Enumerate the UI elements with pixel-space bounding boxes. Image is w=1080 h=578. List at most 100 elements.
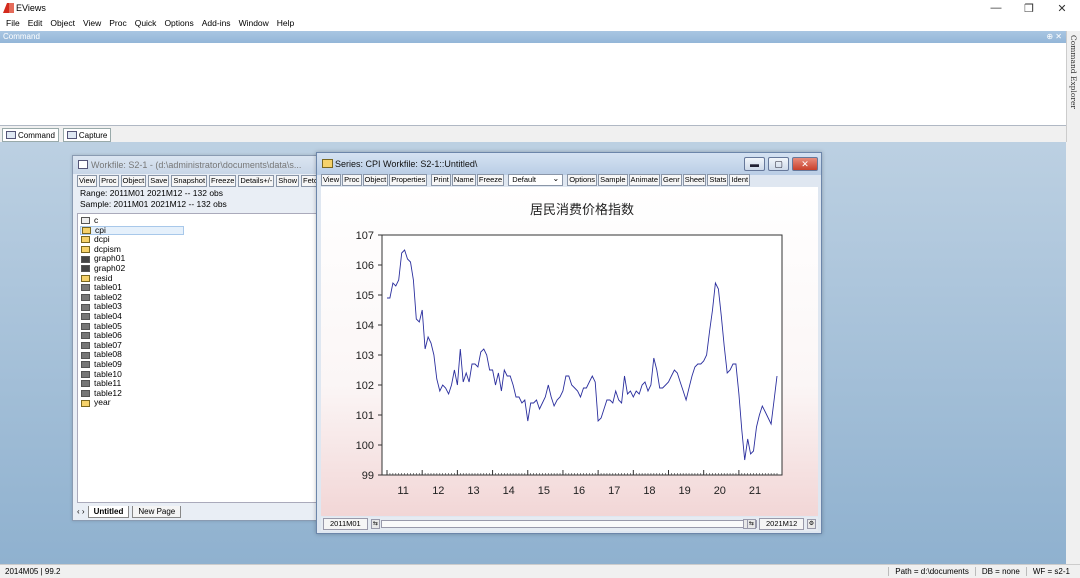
command-input-area[interactable]	[0, 43, 1066, 126]
wf-freeze-button[interactable]: Freeze	[209, 175, 237, 187]
menu-view[interactable]: View	[79, 18, 105, 28]
menu-file[interactable]: File	[2, 18, 24, 28]
settings-gear-icon[interactable]: ⚙	[807, 519, 816, 529]
slider-left-button[interactable]: ⇆	[371, 519, 380, 529]
workfile-titlebar[interactable]: Workfile: S2-1 - (d:\administrator\docum…	[73, 156, 323, 174]
minimize-button[interactable]: —	[981, 1, 1011, 15]
status-wf[interactable]: WF = s2-1	[1025, 567, 1076, 576]
page-tab-untitled[interactable]: Untitled	[87, 505, 130, 518]
sample-start-date[interactable]: 2011M01	[323, 518, 368, 530]
sr-proc-button[interactable]: Proc	[342, 174, 362, 186]
series-toolbar: View Proc Object Properties Print Name F…	[321, 174, 751, 186]
series-window[interactable]: Series: CPI Workfile: S2-1::Untitled\ ▬ …	[316, 152, 822, 534]
tab-capture[interactable]: Capture	[62, 128, 112, 142]
sr-properties-button[interactable]: Properties	[389, 174, 428, 186]
series-graph-area[interactable]: 居民消费价格指数 99 100 101 102 103 104 105 106 107 11 12 13…	[321, 187, 818, 516]
sr-print-button[interactable]: Print	[431, 174, 451, 186]
desktop-scroll-rail[interactable]	[1066, 142, 1080, 564]
page-tab-new-page[interactable]: New Page	[132, 505, 182, 518]
series-maximize-button[interactable]: ▢	[768, 157, 789, 171]
series-minimize-button[interactable]: ▬	[744, 157, 765, 171]
menu-quick[interactable]: Quick	[131, 18, 161, 28]
y-tick-label: 99	[362, 470, 374, 482]
menu-bar: File Edit Object View Proc Quick Options…	[0, 16, 1080, 30]
workfile-window[interactable]: Workfile: S2-1 - (d:\administrator\docum…	[72, 155, 337, 521]
workfile-item-graph02[interactable]: graph02	[80, 263, 320, 274]
table-object-icon	[81, 322, 90, 330]
sr-sheet-button[interactable]: Sheet	[682, 174, 707, 186]
close-button[interactable]: ✕	[1047, 1, 1077, 15]
sr-options-button[interactable]: Options	[567, 174, 598, 186]
tab-command-label: Command	[18, 130, 55, 140]
menu-addins[interactable]: Add-ins	[198, 18, 235, 28]
sr-animate-button[interactable]: Animate	[628, 174, 661, 186]
status-path[interactable]: Path = d:\documents	[888, 567, 975, 576]
command-pane-title: Command	[3, 32, 40, 41]
menu-object[interactable]: Object	[46, 18, 79, 28]
tab-capture-label: Capture	[78, 130, 108, 140]
x-tick-label: 12	[432, 485, 444, 497]
sample-end-date[interactable]: 2021M12	[759, 518, 805, 530]
wf-view-button[interactable]: View	[77, 175, 98, 187]
y-tick-label: 105	[356, 290, 374, 302]
menu-options[interactable]: Options	[160, 18, 197, 28]
wf-save-button[interactable]: Save	[148, 175, 170, 187]
menu-edit[interactable]: Edit	[24, 18, 47, 28]
table-object-icon	[81, 380, 90, 388]
workfile-range[interactable]: Range: 2011M01 2021M12 -- 132 obs	[80, 188, 321, 199]
table-object-icon	[81, 332, 90, 340]
graph-spec-select[interactable]: Default	[508, 174, 564, 186]
tab-command[interactable]: Command	[2, 128, 59, 142]
workfile-sample[interactable]: Sample: 2011M01 2021M12 -- 132 obs	[80, 199, 321, 210]
table-object-icon	[81, 361, 90, 369]
sr-sample-button[interactable]: Sample	[598, 174, 628, 186]
menu-proc[interactable]: Proc	[105, 18, 130, 28]
wf-show-button[interactable]: Show	[276, 175, 300, 187]
sr-name-button[interactable]: Name	[451, 174, 476, 186]
workfile-object-list[interactable]: c cpi dcpi dcpism graph01 graph02 resid table01…	[77, 213, 321, 503]
restore-button[interactable]: ❐	[1014, 1, 1044, 15]
workfile-icon	[78, 160, 88, 169]
menu-help[interactable]: Help	[273, 18, 298, 28]
wf-proc-button[interactable]: Proc	[99, 175, 119, 187]
x-tick-label: 14	[503, 485, 515, 497]
table-object-icon	[81, 284, 90, 292]
status-cursor-readout: 2014M05 | 99.2	[5, 567, 61, 576]
table-object-icon	[81, 370, 90, 378]
wf-object-button[interactable]: Object	[120, 175, 147, 187]
wf-snapshot-button[interactable]: Snapshot	[171, 175, 208, 187]
sr-object-button[interactable]: Object	[362, 174, 389, 186]
menu-window[interactable]: Window	[235, 18, 273, 28]
chart-title: 居民消费价格指数	[530, 202, 634, 217]
sample-slider-bar: 2011M01 ⇆ ▕ ⇆ 2021M12 ⚙	[321, 517, 818, 531]
sample-slider-track[interactable]	[381, 520, 757, 528]
cpi-line-chart[interactable]: 居民消费价格指数 99 100 101 102 103 104 105 106 107 11 12 13…	[321, 187, 818, 516]
sr-freeze-button[interactable]: Freeze	[476, 174, 505, 186]
workfile-item-year[interactable]: year	[80, 398, 320, 408]
series-icon	[322, 159, 333, 168]
slider-right-button[interactable]: ⇆	[747, 519, 756, 529]
page-nav-arrows[interactable]: ‹ ›	[77, 507, 85, 516]
y-tick-label: 104	[356, 320, 374, 332]
wf-details-button[interactable]: Details+/-	[238, 175, 275, 187]
status-db[interactable]: DB = none	[974, 567, 1026, 576]
series-close-button[interactable]: ✕	[792, 157, 818, 171]
x-tick-label: 11	[397, 485, 408, 497]
x-tick-label: 18	[643, 485, 655, 497]
y-tick-label: 103	[356, 350, 374, 362]
command-explorer-rail[interactable]: Command Explorer	[1066, 31, 1080, 142]
workfile-item-c[interactable]: c	[80, 215, 320, 226]
series-object-icon	[81, 399, 90, 407]
graph-object-icon	[81, 265, 90, 273]
series-title: Series: CPI Workfile: S2-1::Untitled\	[335, 159, 478, 169]
sr-stats-button[interactable]: Stats	[707, 174, 729, 186]
x-tick-label: 16	[573, 485, 585, 497]
series-titlebar[interactable]: Series: CPI Workfile: S2-1::Untitled\ ▬ …	[317, 153, 821, 175]
sr-view-button[interactable]: View	[321, 174, 342, 186]
sr-ident-button[interactable]: Ident	[729, 174, 751, 186]
workfile-item-table12[interactable]: table12	[80, 388, 320, 399]
series-object-icon	[81, 246, 90, 254]
command-pane-controls[interactable]: ⊕ ✕	[1046, 31, 1062, 43]
sr-genr-button[interactable]: Genr	[661, 174, 682, 186]
app-titlebar: EViews — ❐ ✕	[0, 0, 1080, 16]
